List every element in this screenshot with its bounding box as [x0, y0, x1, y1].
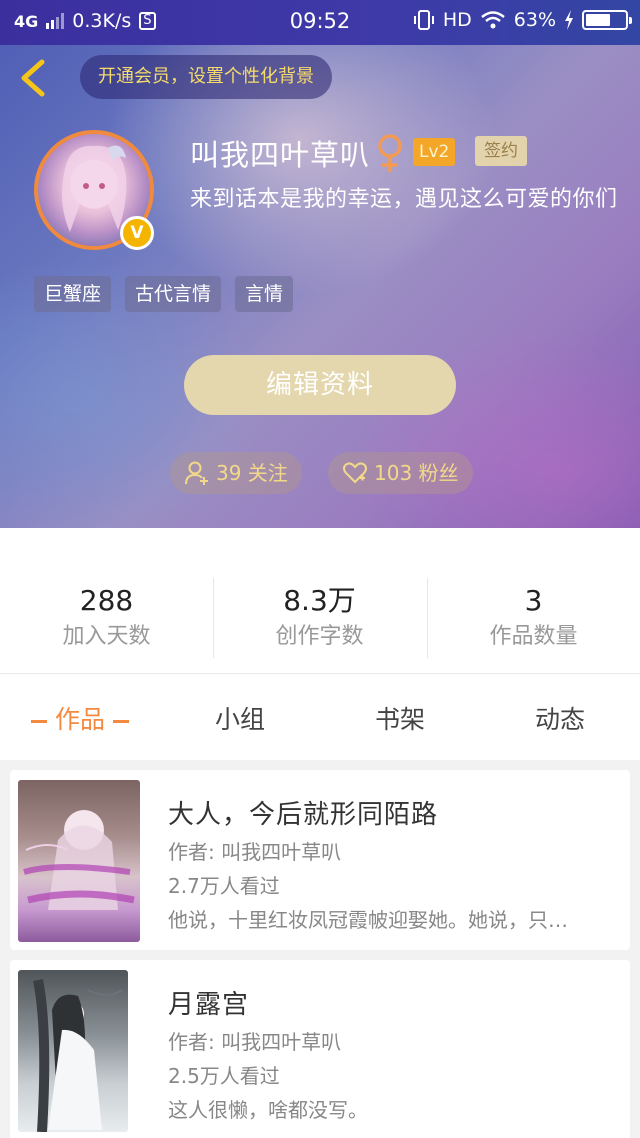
battery-percent: 63%	[513, 9, 556, 31]
stat-words-value: 8.3万	[283, 584, 356, 617]
book-cover	[18, 970, 128, 1132]
book-views: 2.7万人看过	[168, 874, 280, 898]
stat-works-label: 作品数量	[489, 624, 578, 649]
tab-groups[interactable]: 小组	[160, 700, 320, 736]
cover-illustration	[33, 979, 123, 1132]
stat-words: 8.3万 创作字数	[213, 584, 426, 654]
female-gender-icon	[378, 134, 402, 172]
add-user-icon	[185, 461, 208, 485]
book-title: 大人，今后就形同陌路	[168, 800, 439, 830]
back-arrow-icon[interactable]	[16, 58, 52, 98]
tab-indicator-right	[113, 719, 129, 723]
fans-button[interactable]: 103 粉丝	[328, 452, 473, 494]
battery-level	[586, 14, 610, 26]
charging-icon	[565, 10, 573, 30]
stats-panel: 288 加入天数 8.3万 创作字数 3 作品数量	[0, 528, 640, 674]
edit-profile-button[interactable]: 编辑资料	[184, 355, 456, 415]
tag-zodiac: 巨蟹座	[34, 276, 112, 312]
stat-days-label: 加入天数	[62, 624, 151, 649]
following-button[interactable]: 39 关注	[170, 452, 302, 494]
tag-genre-romance: 言情	[235, 276, 294, 312]
profile-bio: 来到话本是我的幸运，遇见这么可爱的你们	[190, 187, 618, 212]
tab-activity[interactable]: 动态	[480, 700, 640, 736]
battery-icon	[582, 10, 632, 30]
stat-days-value: 288	[79, 584, 134, 617]
tab-indicator-left	[30, 719, 47, 723]
level-badge: Lv2	[413, 138, 456, 166]
book-views: 2.5万人看过	[168, 1064, 280, 1088]
book-author: 作者: 叫我四叶草叭	[168, 840, 342, 864]
status-bar: 4G 0.3K/s S 09:52 HD 63%	[0, 0, 640, 44]
profile-tabs: 作品 小组 书架 动态	[0, 674, 640, 760]
book-author: 作者: 叫我四叶草叭	[168, 1030, 342, 1054]
book-summary: 他说，十里红妆凤冠霞帔迎娶她。她说，只…	[168, 908, 568, 932]
stat-works-value: 3	[524, 584, 543, 617]
following-count: 39 关注	[216, 461, 288, 485]
status-right: HD 63%	[413, 9, 632, 31]
tab-works-label: 作品	[54, 705, 105, 734]
vibrate-icon	[413, 10, 434, 30]
book-cover	[18, 780, 140, 942]
stat-words-label: 创作字数	[275, 624, 364, 649]
tag-genre-ancient: 古代言情	[125, 276, 222, 312]
tab-works[interactable]: 作品	[0, 700, 160, 736]
tab-bookshelf[interactable]: 书架	[320, 700, 480, 736]
username: 叫我四叶草叭	[190, 138, 371, 172]
works-list: 大人，今后就形同陌路 作者: 叫我四叶草叭 2.7万人看过 他说，十里红妆凤冠霞…	[0, 760, 640, 1138]
stat-works: 3 作品数量	[427, 584, 640, 654]
fans-count: 103 粉丝	[374, 461, 459, 485]
stat-days: 288 加入天数	[0, 584, 213, 654]
wifi-icon	[480, 11, 505, 29]
cover-illustration	[23, 810, 135, 910]
book-summary: 这人很懒，啥都没写。	[168, 1098, 368, 1122]
verified-badge: V	[120, 216, 154, 250]
hd-indicator: HD	[442, 9, 472, 31]
vip-background-prompt[interactable]: 开通会员，设置个性化背景	[80, 55, 332, 99]
book-card[interactable]: 月露宫 作者: 叫我四叶草叭 2.5万人看过 这人很懒，啥都没写。	[10, 960, 630, 1138]
book-card[interactable]: 大人，今后就形同陌路 作者: 叫我四叶草叭 2.7万人看过 他说，十里红妆凤冠霞…	[10, 770, 630, 950]
book-title: 月露宫	[168, 990, 250, 1020]
profile-tags: 巨蟹座 古代言情 言情	[34, 276, 294, 312]
signed-badge: 签约	[475, 136, 527, 166]
heart-icon	[343, 462, 367, 484]
